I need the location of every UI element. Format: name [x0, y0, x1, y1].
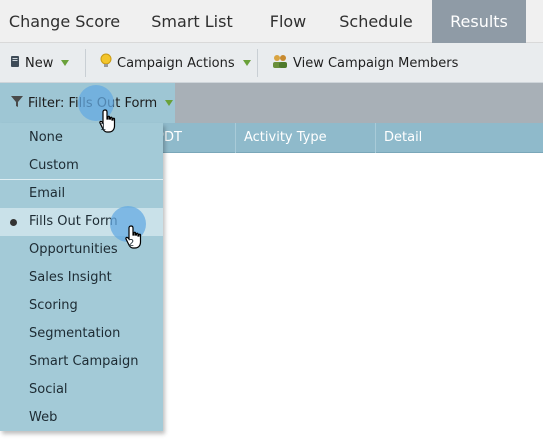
tab-change-score[interactable]: Change Score [0, 0, 129, 43]
filter-option-segmentation[interactable]: Segmentation [0, 320, 163, 348]
filter-option-scoring[interactable]: Scoring [0, 292, 163, 320]
funnel-icon [10, 94, 24, 112]
filter-dropdown-menu: None Custom Email Fills Out Form Opportu… [0, 123, 163, 431]
tab-bar: Change Score Smart List Flow Schedule Re… [0, 0, 543, 43]
filter-option-email[interactable]: Email [0, 180, 163, 208]
filter-option-smart-campaign[interactable]: Smart Campaign [0, 348, 163, 376]
lightbulb-icon [99, 53, 113, 73]
chevron-down-icon [242, 60, 251, 66]
column-header-activity-type[interactable]: Activity Type [235, 123, 375, 153]
new-button-label: New [25, 55, 54, 71]
column-header-detail[interactable]: Detail [375, 123, 543, 153]
selected-bullet-icon [10, 219, 17, 226]
new-button[interactable]: New [10, 43, 70, 83]
toolbar: New Campaign Actions View Campaign Membe… [0, 43, 543, 83]
toolbar-divider [85, 49, 86, 77]
tab-schedule[interactable]: Schedule [321, 0, 431, 43]
campaign-actions-button[interactable]: Campaign Actions [99, 43, 251, 83]
chevron-down-icon [61, 60, 70, 66]
click-marker-number: 1 [100, 122, 107, 133]
click-marker-number: 2 [128, 238, 135, 249]
filter-option-none[interactable]: None [0, 124, 163, 152]
view-campaign-members-button[interactable]: View Campaign Members [271, 43, 458, 83]
tab-smart-list[interactable]: Smart List [129, 0, 255, 43]
chevron-down-icon [165, 100, 174, 106]
tab-results[interactable]: Results [432, 0, 526, 43]
filter-option-web[interactable]: Web [0, 404, 163, 432]
filter-option-sales-insight[interactable]: Sales Insight [0, 264, 163, 292]
toolbar-divider [257, 49, 258, 77]
document-icon [10, 55, 21, 72]
tab-flow[interactable]: Flow [255, 0, 321, 43]
campaign-actions-label: Campaign Actions [117, 55, 235, 71]
people-icon [271, 53, 289, 73]
view-campaign-members-label: View Campaign Members [293, 55, 459, 71]
filter-option-custom[interactable]: Custom [0, 152, 163, 180]
filter-option-social[interactable]: Social [0, 376, 163, 404]
filter-option-label: Fills Out Form [29, 214, 118, 229]
